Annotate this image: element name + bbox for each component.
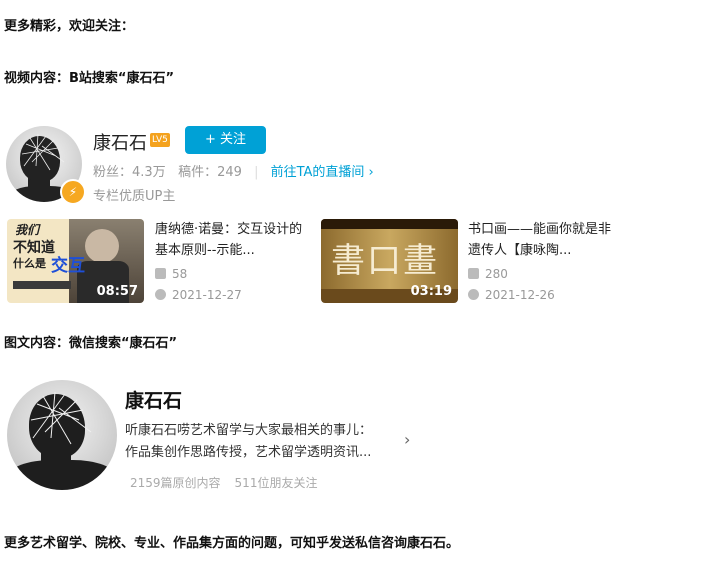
video-plays-1: 58 xyxy=(155,267,187,281)
bili-username[interactable]: 康石石 xyxy=(93,129,147,155)
bolt-icon: ⚡ xyxy=(60,179,86,205)
bili-stats: 粉丝：4.3万 稿件：249 | 前往TA的直播间 › xyxy=(93,165,374,180)
video-date-1: 2021-12-27 xyxy=(155,288,242,302)
video-thumbnail-2[interactable]: 書口畫 03:19 xyxy=(321,219,458,303)
video-title-2[interactable]: 书口画——能画你就是非遗传人【康咏陶... xyxy=(468,219,618,261)
up-badge-text: 专栏优质UP主 xyxy=(93,189,176,204)
play-count-icon xyxy=(468,268,479,279)
follow-button[interactable]: + 关注 xyxy=(185,126,266,154)
video-thumbnail-1[interactable]: 我们 不知道 什么是 交互 08:57 xyxy=(7,219,144,303)
wechat-name[interactable]: 康石石 xyxy=(125,386,182,413)
clock-icon xyxy=(468,289,479,300)
wechat-avatar[interactable] xyxy=(7,380,117,490)
play-count-icon xyxy=(155,268,166,279)
chevron-right-icon[interactable]: › xyxy=(404,430,410,449)
clock-icon xyxy=(155,289,166,300)
video-plays-2: 280 xyxy=(468,267,508,281)
live-room-link[interactable]: 前往TA的直播间 › xyxy=(271,165,374,180)
fans-count: 粉丝：4.3万 xyxy=(93,165,166,180)
articles-count: 稿件：249 xyxy=(178,165,242,180)
video-date-2: 2021-12-26 xyxy=(468,288,555,302)
video-title-1[interactable]: 唐纳德·诺曼：交互设计的基本原则--示能... xyxy=(155,219,305,261)
intro-more: 更多精彩，欢迎关注： xyxy=(4,19,135,34)
video-duration: 08:57 xyxy=(96,284,138,299)
intro-video: 视频内容：B站搜索“康石石” xyxy=(4,71,174,86)
video-duration: 03:19 xyxy=(410,284,452,299)
footer-note: 更多艺术留学、院校、专业、作品集方面的问题，可知乎发送私信咨询康石石。 xyxy=(4,536,460,551)
wechat-description: 听康石石唠艺术留学与大家最相关的事儿： 作品集创作思路传授，艺术留学透明资讯..… xyxy=(125,423,373,460)
wechat-stats: 2159篇原创内容 511位朋友关注 xyxy=(130,476,318,490)
level-badge: LV5 xyxy=(150,133,170,147)
intro-article: 图文内容：微信搜索“康石石” xyxy=(4,336,178,351)
